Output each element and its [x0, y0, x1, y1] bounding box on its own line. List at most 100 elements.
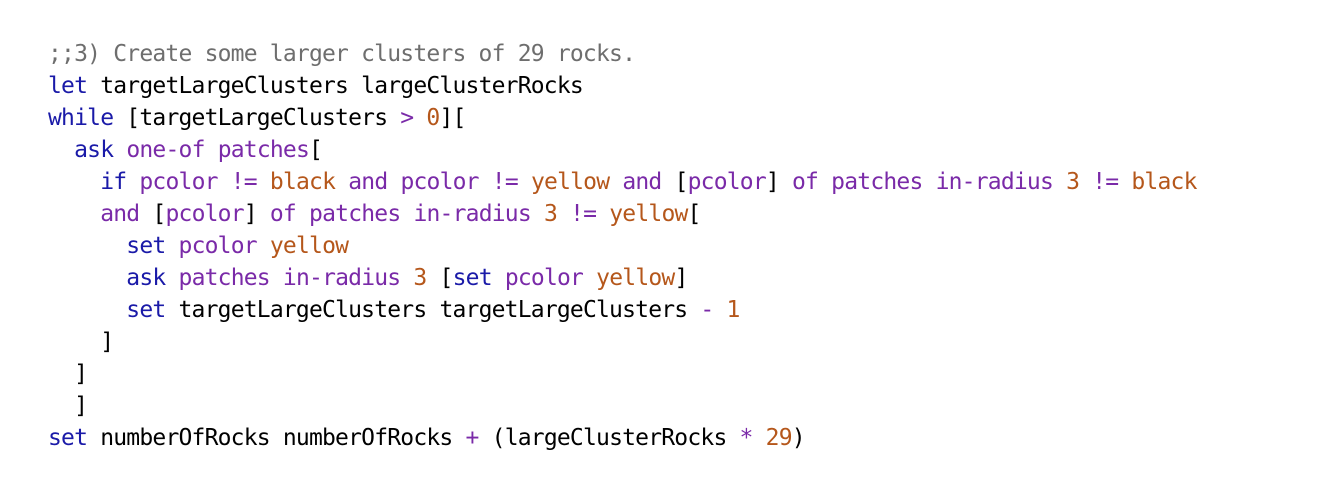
code-line[interactable]: ] [48, 390, 88, 422]
code-line[interactable]: while [targetLargeClusters > 0][ [48, 102, 466, 134]
code-line[interactable]: if pcolor != black and pcolor != yellow … [48, 166, 1197, 198]
code-token-constant: 29 [765, 425, 793, 451]
code-token-constant: 3 [543, 201, 558, 227]
code-token-reporter: + [465, 425, 480, 451]
code-line[interactable]: ask patches in-radius 3 [set pcolor yell… [48, 262, 688, 294]
code-token-text: [ [687, 201, 702, 227]
code-token-constant: black [269, 169, 336, 195]
code-token-reporter: * [739, 425, 754, 451]
code-token-text: [ [309, 137, 323, 163]
code-token-command: let [48, 73, 88, 99]
code-token-text: ) [791, 425, 806, 451]
code-token-text: ] [674, 265, 688, 291]
code-token-reporter: pcolor [400, 169, 479, 195]
code-editor[interactable]: ;;3) Create some larger clusters of 29 r… [48, 38, 1308, 458]
code-token-text: (largeClusterRocks [478, 425, 740, 451]
code-token-reporter: and [348, 169, 388, 195]
code-token-constant: yellow [609, 201, 688, 227]
code-token-reporter: != [570, 201, 597, 227]
code-token-reporter: in-radius [935, 169, 1054, 195]
code-token-command: set [126, 297, 166, 323]
code-token-constant: yellow [269, 233, 349, 259]
code-token-command: set [126, 233, 166, 259]
code-token-text: ] [243, 201, 270, 227]
code-token-constant: 1 [726, 297, 741, 323]
code-token-reporter: and [622, 169, 662, 195]
code-token-comment: ;;3) Create some larger clusters of 29 r… [48, 41, 636, 67]
code-line[interactable]: and [pcolor] of patches in-radius 3 != y… [48, 198, 701, 230]
code-token-reporter: != [491, 169, 519, 195]
code-token-reporter: patches [309, 201, 401, 227]
code-line[interactable]: set pcolor yellow [48, 230, 349, 262]
code-token-command: set [452, 265, 493, 291]
code-token-text: numberOfRocks numberOfRocks [87, 425, 466, 451]
code-token-text: ] [100, 329, 114, 355]
code-token-reporter: != [230, 169, 258, 195]
code-token-reporter: patches [831, 169, 923, 195]
code-token-reporter: of [792, 169, 819, 195]
code-token-constant: yellow [596, 265, 675, 291]
code-line[interactable]: set targetLargeClusters targetLargeClust… [48, 294, 740, 326]
code-token-text: [ [426, 265, 454, 291]
code-token-text: [ [139, 201, 166, 227]
code-token-command: if [100, 169, 127, 195]
code-token-constant: black [1131, 169, 1197, 195]
code-token-reporter: != [1092, 169, 1119, 195]
code-token-reporter: pcolor [687, 169, 767, 195]
code-token-command: ask [74, 137, 114, 163]
code-token-text: ] [74, 393, 88, 419]
code-token-reporter: patches [178, 265, 271, 291]
code-token-text: targetLargeClusters largeClusterRocks [87, 73, 584, 99]
code-token-reporter: one-of [126, 137, 205, 163]
code-token-reporter: pcolor [504, 265, 584, 291]
code-line[interactable]: let targetLargeClusters largeClusterRock… [48, 70, 584, 102]
code-token-reporter: - [700, 297, 714, 323]
code-token-constant: 0 [426, 105, 440, 131]
code-token-reporter: pcolor [178, 233, 258, 259]
code-token-command: ask [126, 265, 166, 291]
code-token-reporter: pcolor [165, 201, 244, 227]
code-token-reporter: and [100, 201, 140, 227]
code-token-reporter: patches [217, 137, 310, 163]
code-line[interactable]: ] [48, 326, 114, 358]
code-line[interactable]: ] [48, 358, 88, 390]
code-line[interactable]: ask one-of patches[ [48, 134, 323, 166]
code-token-constant: yellow [530, 169, 610, 195]
code-token-reporter: of [269, 201, 297, 227]
code-token-constant: 3 [413, 265, 427, 291]
code-line[interactable]: ;;3) Create some larger clusters of 29 r… [48, 38, 636, 70]
code-token-text: targetLargeClusters targetLargeClusters [165, 297, 701, 323]
code-token-text: [ [661, 169, 689, 195]
code-line[interactable]: set numberOfRocks numberOfRocks + (large… [48, 422, 806, 454]
code-token-text: ] [74, 361, 88, 387]
code-token-command: while [48, 105, 114, 131]
code-token-reporter: in-radius [413, 201, 531, 227]
